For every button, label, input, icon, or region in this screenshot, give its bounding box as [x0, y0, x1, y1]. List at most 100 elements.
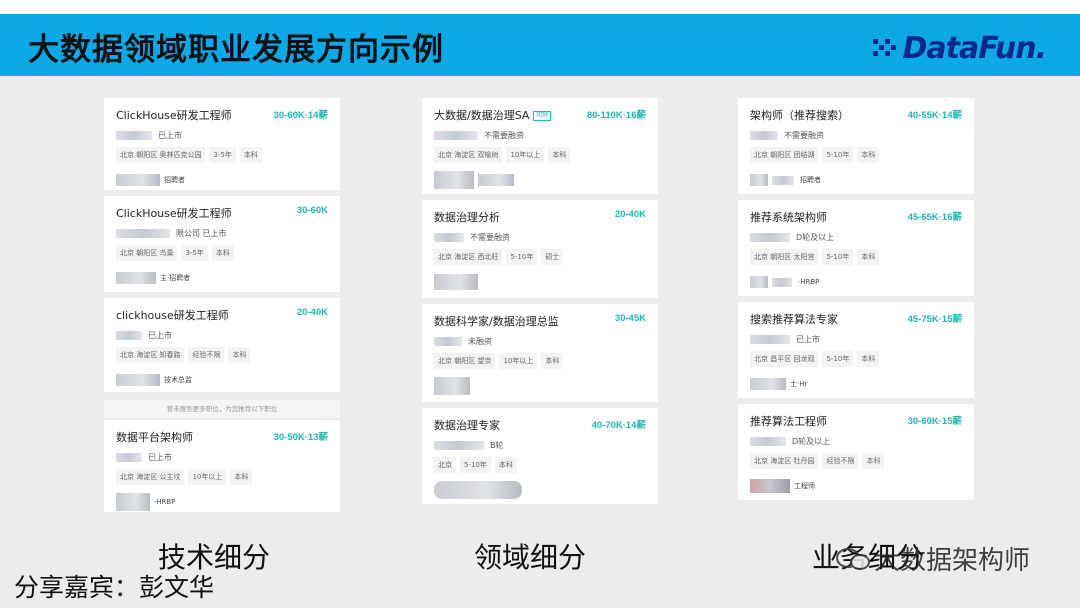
company-info: 已上市	[116, 449, 328, 465]
chip-experience: 10年以上	[506, 147, 545, 163]
chip-experience: 3-5年	[209, 147, 236, 163]
job-salary: 30-60K	[296, 205, 328, 216]
avatar	[750, 378, 786, 390]
company-info: B轮	[434, 437, 646, 453]
job-card[interactable]: 大数据/数据治理SA 可转 80-110K·16薪 不需要融资 北京 海淀区 双榆树…	[422, 98, 658, 194]
company-status: D轮及以上	[792, 436, 831, 446]
blurred-company-name	[750, 130, 778, 140]
job-card[interactable]: 数据治理分析 20-40K 不需要融资 北京 海淀区 西北旺 5-10年 硕士	[422, 200, 658, 298]
avatar	[434, 274, 478, 290]
company-status: 限公司 已上市	[176, 228, 227, 238]
job-tags: 北京 昌平区 回龙观 5-10年 本科	[750, 351, 962, 367]
job-salary: 30-60K·14薪	[273, 110, 328, 121]
blurred-company-name	[116, 130, 152, 140]
blurred-company-name	[116, 228, 170, 238]
company-status: 已上市	[148, 452, 172, 462]
column-business: 架构师（推荐搜索） 40-55K·14薪 不需要融资 北京 朝阳区 团结湖 5-10…	[738, 98, 974, 506]
job-salary: 30-60K·15薪	[907, 416, 962, 427]
chip-location: 北京 昌平区 回龙观	[750, 351, 819, 367]
job-card[interactable]: 推荐系统架构师 45-65K·16薪 D轮及以上 北京 朝阳区 太阳宫 5-10年本…	[738, 200, 974, 296]
recruiter-row: 招聘者	[750, 168, 962, 192]
chip-location: 北京 朝阳区 望京	[434, 353, 496, 369]
recruiter-row	[434, 168, 646, 192]
blurred-company-name	[434, 130, 478, 140]
chip-location: 北京 海淀区 西北旺	[434, 249, 503, 265]
chip-location: 北京 朝阳区 奥林匹克公园	[116, 147, 206, 163]
job-title: 数据治理分析	[434, 211, 500, 224]
job-card[interactable]: 数据治理专家 40-70K·14薪 B轮 北京 5-10年 本科	[422, 408, 658, 504]
job-tags: 北京 朝阳区 望京 10年以上 本科	[434, 353, 646, 369]
avatar	[434, 481, 522, 499]
chip-degree: 本科	[541, 353, 564, 369]
wechat-watermark: 大数据架构师	[836, 540, 1030, 577]
job-card[interactable]: 搜索推荐算法专家 45-75K·15薪 已上市 北京 昌平区 回龙观 5-10年 本科…	[738, 302, 974, 398]
job-salary: 45-75K·15薪	[907, 314, 962, 325]
blurred-company-name	[116, 452, 142, 462]
chip-degree: 本科	[862, 453, 885, 469]
datafun-logo: DataFun.	[872, 30, 1047, 66]
job-card[interactable]: 数据平台架构师 30-50K·13薪 已上市 北京 海淀区 公主坟 10年以上 本科 …	[104, 420, 340, 512]
avatar	[116, 272, 156, 284]
company-info: 已上市	[116, 127, 328, 143]
job-title: 大数据/数据治理SA 可转	[434, 107, 552, 123]
chip-experience: 5-10年	[506, 249, 538, 265]
chip-degree: 本科	[211, 245, 234, 261]
job-title: 数据治理专家	[434, 419, 500, 432]
job-salary: 45-65K·16薪	[907, 212, 962, 223]
chip-location: 北京 海淀区 公主坟	[116, 469, 185, 485]
job-tags: 北京 5-10年 本科	[434, 457, 646, 473]
recruiter-role: ·HRBP	[154, 498, 176, 506]
chip-degree: 本科	[494, 457, 517, 473]
avatar	[434, 377, 470, 395]
company-info: 不需要融资	[434, 127, 646, 143]
recruiter-row: 招聘者	[116, 168, 328, 192]
company-status: 不需要融资	[470, 232, 510, 242]
recruiter-role: 士·Hr	[790, 380, 808, 388]
job-card[interactable]: 数据科学家/数据治理总监 30-45K 未融资 北京 朝阳区 望京 10年以上 本科	[422, 304, 658, 402]
company-info: 不需要融资	[434, 229, 646, 245]
chip-location: 北京 海淀区 牡丹园	[750, 453, 819, 469]
job-card[interactable]: 推荐算法工程师 30-60K·15薪 D轮及以上 北京 海淀区 牡丹园 经验不限 本科…	[738, 404, 974, 500]
recruiter-row	[434, 374, 646, 398]
job-salary: 40-70K·14薪	[591, 420, 646, 431]
job-tags: 北京 朝阳区 鸟巢 3-5年 本科	[116, 245, 328, 261]
job-card[interactable]: ClickHouse研发工程师 30-60K·14薪 已上市 北京 朝阳区 奥林匹…	[104, 98, 340, 190]
recruiter-role: 技术总监	[164, 376, 192, 384]
company-info: 已上市	[750, 331, 962, 347]
company-info: D轮及以上	[750, 433, 962, 449]
avatar	[750, 276, 768, 288]
wechat-icon	[836, 544, 872, 574]
company-status: 已上市	[796, 334, 820, 344]
avatar	[750, 479, 790, 493]
chip-experience: 5-10年	[822, 147, 854, 163]
recruiter-row	[434, 478, 646, 502]
logo-pixel-icon	[872, 37, 901, 59]
chip-experience: 经验不限	[188, 347, 225, 363]
chip-degree: 本科	[857, 351, 880, 367]
recruiter-row: ·HRBP	[750, 270, 962, 294]
chip-location: 北京 朝阳区 鸟巢	[116, 245, 178, 261]
company-status: 不需要融资	[484, 130, 524, 140]
recruiter-row: 技术总监	[116, 368, 328, 392]
job-title: clickhouse研发工程师	[116, 309, 229, 322]
blurred-company-name	[434, 440, 484, 450]
job-salary: 30-50K·13薪	[273, 432, 328, 443]
avatar	[116, 174, 160, 186]
job-title: 数据平台架构师	[116, 431, 193, 444]
top-strip	[0, 0, 1080, 14]
column-domain: 大数据/数据治理SA 可转 80-110K·16薪 不需要融资 北京 海淀区 双榆树…	[422, 98, 658, 510]
job-card[interactable]: 架构师（推荐搜索） 40-55K·14薪 不需要融资 北京 朝阳区 团结湖 5-10…	[738, 98, 974, 194]
logo-text: DataFun.	[902, 30, 1047, 66]
recruiter-role: 工程师	[794, 482, 815, 490]
recruiter-role: ·HRBP	[798, 278, 820, 286]
job-card[interactable]: ClickHouse研发工程师 30-60K 限公司 已上市 北京 朝阳区 鸟巢 3…	[104, 196, 340, 292]
chip-degree: 本科	[230, 469, 253, 485]
chip-experience: 10年以上	[188, 469, 227, 485]
chip-experience: 5-10年	[460, 457, 491, 473]
chip-degree: 本科	[857, 249, 880, 265]
blurred-company-name	[116, 330, 142, 340]
job-salary: 40-55K·14薪	[907, 110, 962, 121]
recruiter-row: ·HRBP	[116, 490, 328, 514]
company-status: 不需要融资	[784, 130, 824, 140]
job-card[interactable]: clickhouse研发工程师 20-40K 已上市 北京 海淀区 知春路 经验不限…	[104, 298, 340, 392]
